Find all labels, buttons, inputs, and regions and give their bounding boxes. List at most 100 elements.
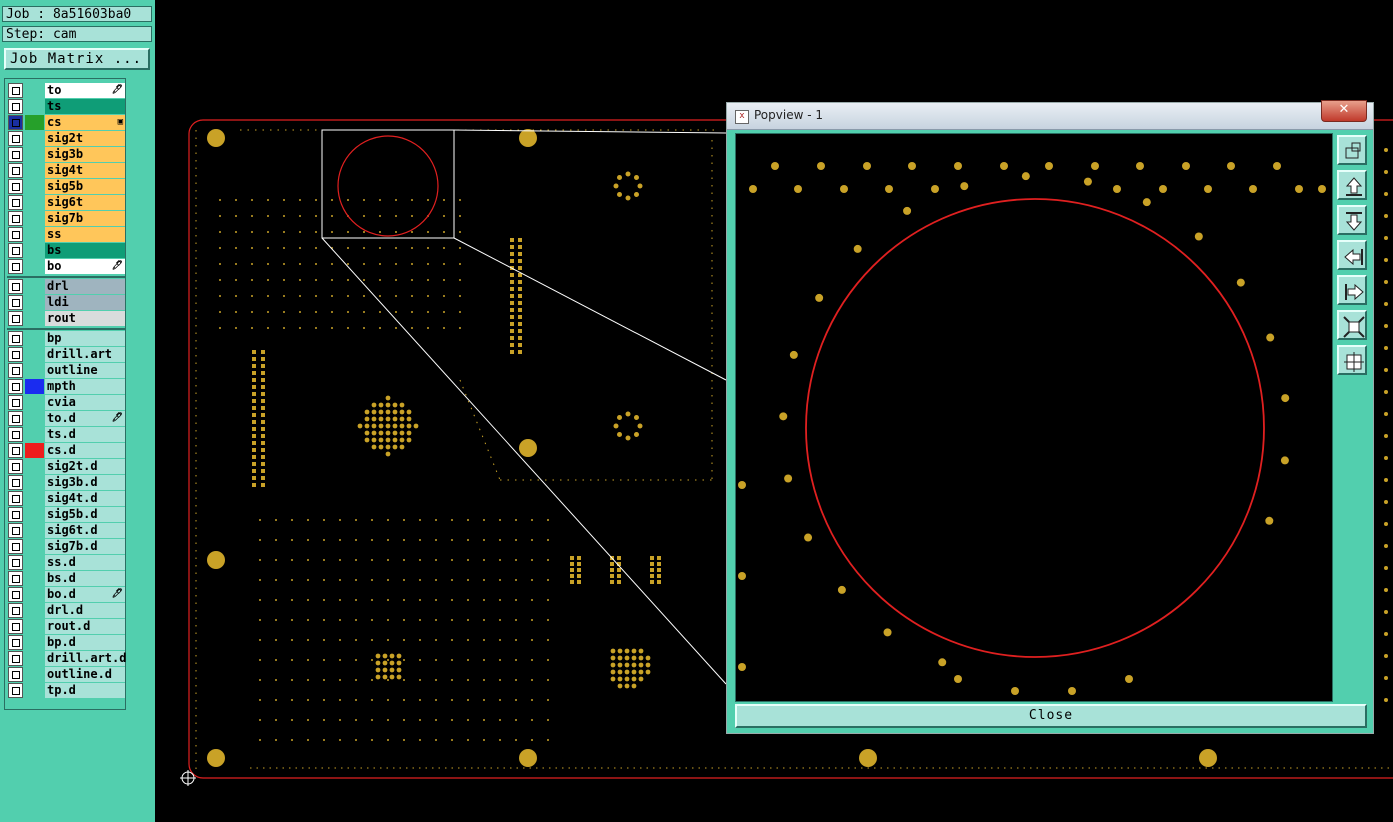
layer-color-swatch[interactable] xyxy=(25,395,44,410)
layer-checkbox[interactable] xyxy=(8,259,23,274)
layer-checkbox[interactable] xyxy=(8,539,23,554)
layer-row-bp[interactable]: bp xyxy=(8,331,126,346)
layer-checkbox[interactable] xyxy=(8,347,23,362)
layer-color-swatch[interactable] xyxy=(25,667,44,682)
layer-row-sig6t.d[interactable]: sig6t.d xyxy=(8,523,126,538)
close-button[interactable]: Close xyxy=(735,704,1367,728)
layer-color-swatch[interactable] xyxy=(25,331,44,346)
layer-color-swatch[interactable] xyxy=(25,427,44,442)
layer-color-swatch[interactable] xyxy=(25,163,44,178)
layer-name[interactable]: sig5b.d xyxy=(45,507,125,522)
layer-row-ldi[interactable]: ldi xyxy=(8,295,126,310)
layer-name[interactable]: sig3b xyxy=(45,147,125,162)
layer-color-swatch[interactable] xyxy=(25,443,44,458)
layer-checkbox[interactable] xyxy=(8,651,23,666)
layer-row-sig5b.d[interactable]: sig5b.d xyxy=(8,507,126,522)
layer-color-swatch[interactable] xyxy=(25,115,44,130)
layer-name[interactable]: to.d 🖊 xyxy=(45,411,125,426)
layer-row-sig5b[interactable]: sig5b xyxy=(8,179,126,194)
layer-checkbox[interactable] xyxy=(8,147,23,162)
layer-row-ts[interactable]: ts xyxy=(8,99,126,114)
layer-name[interactable]: bp xyxy=(45,331,125,346)
layer-color-swatch[interactable] xyxy=(25,475,44,490)
layer-row-bs[interactable]: bs xyxy=(8,243,126,258)
layer-row-outline.d[interactable]: outline.d xyxy=(8,667,126,682)
zoom-fit-button[interactable] xyxy=(1337,135,1367,165)
layer-row-tp.d[interactable]: tp.d xyxy=(8,683,126,698)
layer-name[interactable]: sig2t xyxy=(45,131,125,146)
pan-left-button[interactable] xyxy=(1337,240,1367,270)
layer-color-swatch[interactable] xyxy=(25,571,44,586)
layer-name[interactable]: bo 🖊 xyxy=(45,259,125,274)
layer-checkbox[interactable] xyxy=(8,635,23,650)
layer-color-swatch[interactable] xyxy=(25,363,44,378)
layer-name[interactable]: tp.d xyxy=(45,683,125,698)
layer-row-sig2t.d[interactable]: sig2t.d xyxy=(8,459,126,474)
layer-color-swatch[interactable] xyxy=(25,259,44,274)
layer-checkbox[interactable] xyxy=(8,443,23,458)
layer-checkbox[interactable] xyxy=(8,427,23,442)
layer-color-swatch[interactable] xyxy=(25,507,44,522)
layer-color-swatch[interactable] xyxy=(25,379,44,394)
layer-row-drill.art[interactable]: drill.art xyxy=(8,347,126,362)
layer-checkbox[interactable] xyxy=(8,163,23,178)
layer-name[interactable]: to 🖊 xyxy=(45,83,125,98)
layer-checkbox[interactable] xyxy=(8,195,23,210)
layer-checkbox[interactable] xyxy=(8,619,23,634)
layer-row-bp.d[interactable]: bp.d xyxy=(8,635,126,650)
pan-up-button[interactable] xyxy=(1337,170,1367,200)
layer-name[interactable]: outline xyxy=(45,363,125,378)
layer-name[interactable]: cs ▣ xyxy=(45,115,125,130)
layer-name[interactable]: rout xyxy=(45,311,125,326)
layer-color-swatch[interactable] xyxy=(25,635,44,650)
layer-row-outline[interactable]: outline xyxy=(8,363,126,378)
layer-name[interactable]: sig4t xyxy=(45,163,125,178)
layer-row-sig4t.d[interactable]: sig4t.d xyxy=(8,491,126,506)
layer-name[interactable]: sig6t xyxy=(45,195,125,210)
layer-name[interactable]: sig7b.d xyxy=(45,539,125,554)
zoom-in-button[interactable] xyxy=(1337,310,1367,340)
layer-row-mpth[interactable]: mpth xyxy=(8,379,126,394)
window-close-button[interactable]: ✕ xyxy=(1321,100,1367,122)
layer-row-sig4t[interactable]: sig4t xyxy=(8,163,126,178)
layer-row-cvia[interactable]: cvia xyxy=(8,395,126,410)
popview-titlebar[interactable]: x Popview - 1 xyxy=(727,103,1373,130)
layer-row-sig7b.d[interactable]: sig7b.d xyxy=(8,539,126,554)
layer-row-sig3b[interactable]: sig3b xyxy=(8,147,126,162)
layer-checkbox[interactable] xyxy=(8,295,23,310)
layer-checkbox[interactable] xyxy=(8,587,23,602)
layer-checkbox[interactable] xyxy=(8,667,23,682)
layer-color-swatch[interactable] xyxy=(25,587,44,602)
layer-name[interactable]: ldi xyxy=(45,295,125,310)
layer-row-bo[interactable]: bo 🖊 xyxy=(8,259,126,274)
layer-row-drill.art.d[interactable]: drill.art.d xyxy=(8,651,126,666)
layer-checkbox[interactable] xyxy=(8,475,23,490)
layer-name[interactable]: sig5b xyxy=(45,179,125,194)
layer-color-swatch[interactable] xyxy=(25,83,44,98)
pan-right-button[interactable] xyxy=(1337,275,1367,305)
layer-name[interactable]: mpth xyxy=(45,379,125,394)
layer-row-to.d[interactable]: to.d 🖊 xyxy=(8,411,126,426)
layer-checkbox[interactable] xyxy=(8,99,23,114)
layer-checkbox[interactable] xyxy=(8,603,23,618)
layer-row-sig3b.d[interactable]: sig3b.d xyxy=(8,475,126,490)
popview-canvas[interactable] xyxy=(735,133,1333,702)
layer-row-ss.d[interactable]: ss.d xyxy=(8,555,126,570)
layer-color-swatch[interactable] xyxy=(25,147,44,162)
layer-color-swatch[interactable] xyxy=(25,179,44,194)
layer-color-swatch[interactable] xyxy=(25,683,44,698)
layer-checkbox[interactable] xyxy=(8,523,23,538)
layer-name[interactable]: bs xyxy=(45,243,125,258)
layer-row-cs[interactable]: cs ▣ xyxy=(8,115,126,130)
layer-name[interactable]: rout.d xyxy=(45,619,125,634)
layer-color-swatch[interactable] xyxy=(25,539,44,554)
layer-checkbox[interactable] xyxy=(8,683,23,698)
layer-name[interactable]: sig3b.d xyxy=(45,475,125,490)
pan-down-button[interactable] xyxy=(1337,205,1367,235)
layer-checkbox[interactable] xyxy=(8,363,23,378)
layer-name[interactable]: drl xyxy=(45,279,125,294)
layer-name[interactable]: cs.d xyxy=(45,443,125,458)
layer-color-swatch[interactable] xyxy=(25,651,44,666)
zoom-out-button[interactable] xyxy=(1337,345,1367,375)
layer-color-swatch[interactable] xyxy=(25,131,44,146)
